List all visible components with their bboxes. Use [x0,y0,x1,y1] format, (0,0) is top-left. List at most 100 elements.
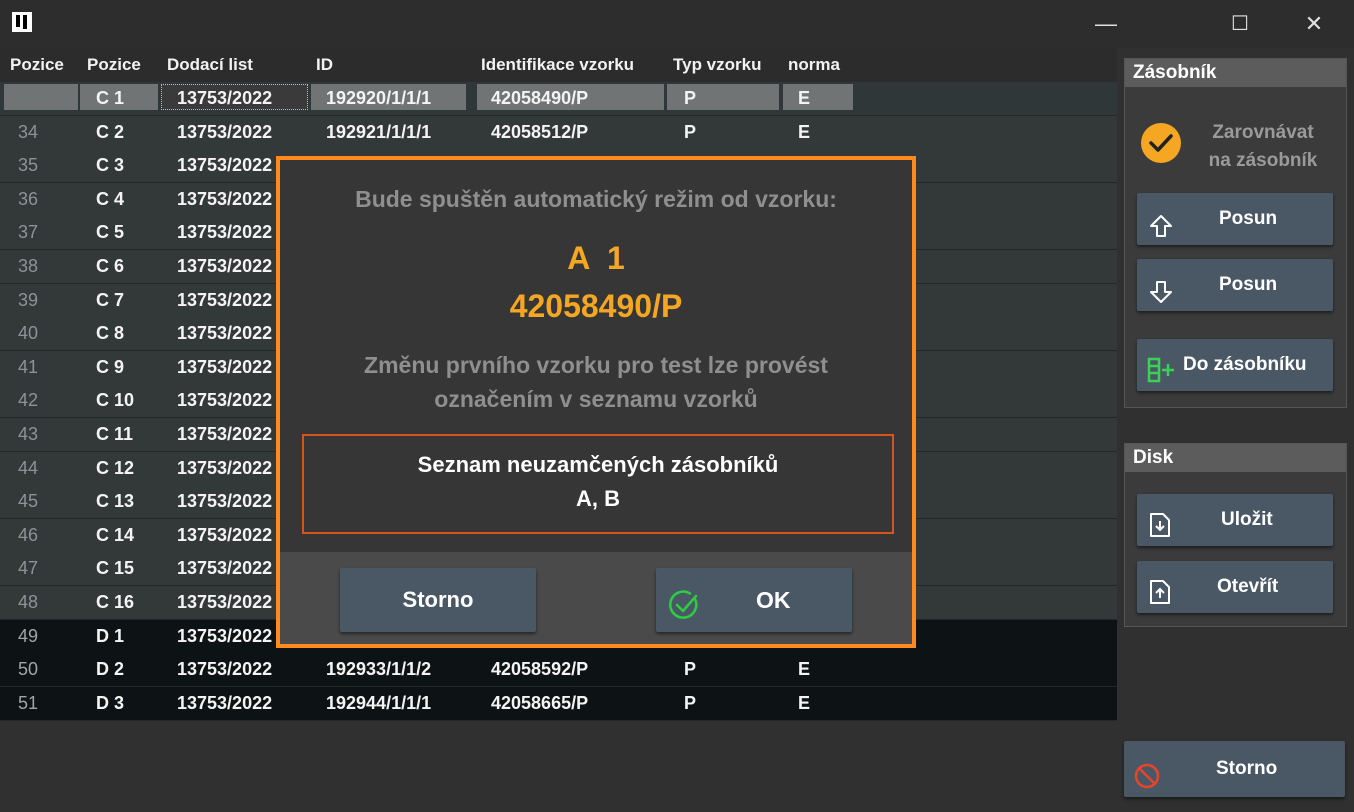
table-row[interactable]: 34 C 2 13753/2022 192921/1/1/1 42058512/P P E [0,115,1117,150]
cell-num[interactable]: 37 [18,222,38,243]
cell-dl[interactable]: 13753/2022 [177,222,272,243]
align-label[interactable]: Zarovnávat na zásobník [1189,119,1337,175]
cell-num[interactable]: 36 [18,189,38,210]
cell-dl[interactable]: 13753/2022 [177,491,272,512]
cell-typ[interactable]: P [684,88,696,109]
table-row[interactable]: 33 C 1 13753/2022 192920/1/1/1 42058490/P P E [0,82,1117,116]
cell-dl[interactable]: 13753/2022 [177,323,272,344]
column-header-pozice[interactable]: Pozice [87,55,141,75]
cell-id[interactable]: 192933/1/1/2 [326,659,431,680]
cell-dl[interactable]: 13753/2022 [177,122,272,143]
cell-ident[interactable]: 42058512/P [491,122,588,143]
cell-typ[interactable]: P [684,693,696,714]
cell-id[interactable]: 192944/1/1/1 [326,693,431,714]
cell-num[interactable]: 33 [18,88,38,109]
table-row[interactable]: 51 D 3 13753/2022 192944/1/1/1 42058665/P P E [0,686,1117,721]
cell-dl[interactable]: 13753/2022 [177,357,272,378]
cell-typ[interactable]: P [684,659,696,680]
cell-num[interactable]: 34 [18,122,38,143]
cell-dl[interactable]: 13753/2022 [177,290,272,311]
cell-pos[interactable]: D 2 [96,659,124,680]
cell-pos[interactable]: C 7 [96,290,124,311]
cell-pos[interactable]: C 4 [96,189,124,210]
maximize-button[interactable]: ☐ [1210,6,1270,42]
cell-pos[interactable]: C 12 [96,458,134,479]
cell-pos[interactable]: C 10 [96,390,134,411]
cell-pos[interactable]: C 5 [96,222,124,243]
cell-pos[interactable]: C 2 [96,122,124,143]
cell-pos[interactable]: C 1 [96,88,124,109]
cell-num[interactable]: 42 [18,390,38,411]
cell-num[interactable]: 35 [18,155,38,176]
cell-pos[interactable]: C 13 [96,491,134,512]
cell-dl[interactable]: 13753/2022 [177,558,272,579]
shift-down-button[interactable]: Posun [1137,259,1333,311]
column-header-pozice-num[interactable]: Pozice [10,55,64,75]
cell-dl[interactable]: 13753/2022 [177,592,272,613]
cell-num[interactable]: 40 [18,323,38,344]
cell-dl[interactable]: 13753/2022 [177,626,272,647]
cell-dl[interactable]: 13753/2022 [177,525,272,546]
cell-pos[interactable]: C 15 [96,558,134,579]
cell-dl[interactable]: 13753/2022 [177,88,272,109]
grid-header: Pozice Pozice Dodací list ID Identifikac… [0,48,1117,82]
cell-norma[interactable]: E [798,659,810,680]
cell-ident[interactable]: 42058490/P [491,88,588,109]
cell-pos[interactable]: C 6 [96,256,124,277]
cell-pos[interactable]: C 8 [96,323,124,344]
save-button[interactable]: Uložit [1137,494,1333,546]
shift-up-button[interactable]: Posun [1137,193,1333,245]
column-header-identifikace[interactable]: Identifikace vzorku [481,55,634,75]
align-checkbox[interactable] [1141,123,1181,163]
dialog-footer: Storno OK [280,552,912,644]
cell-dl[interactable]: 13753/2022 [177,458,272,479]
cell-dl[interactable]: 13753/2022 [177,256,272,277]
cell-norma[interactable]: E [798,88,810,109]
cell-pos[interactable]: C 3 [96,155,124,176]
cell-dl[interactable]: 13753/2022 [177,424,272,445]
cell-num[interactable]: 48 [18,592,38,613]
cell-dl[interactable]: 13753/2022 [177,693,272,714]
cell-norma[interactable]: E [798,122,810,143]
dialog-ok-button[interactable]: OK [656,568,852,632]
add-to-stacker-button[interactable]: Do zásobníku [1137,339,1333,391]
column-header-typ[interactable]: Typ vzorku [673,55,761,75]
cell-norma[interactable]: E [798,693,810,714]
cell-num[interactable]: 51 [18,693,38,714]
open-button[interactable]: Otevřít [1137,561,1333,613]
cell-pos[interactable]: D 3 [96,693,124,714]
table-row[interactable]: 50 D 2 13753/2022 192933/1/1/2 42058592/P P E [0,653,1117,688]
close-button[interactable]: ✕ [1284,6,1344,42]
cell-id[interactable]: 192920/1/1/1 [326,88,431,109]
cell-dl[interactable]: 13753/2022 [177,659,272,680]
column-header-id[interactable]: ID [316,55,333,75]
cell-dl[interactable]: 13753/2022 [177,155,272,176]
cell-ident[interactable]: 42058592/P [491,659,588,680]
cell-pos[interactable]: C 11 [96,424,133,445]
column-header-dodaci-list[interactable]: Dodací list [167,55,253,75]
cell-pos[interactable]: D 1 [96,626,124,647]
cell-num[interactable]: 46 [18,525,38,546]
cell-num[interactable]: 47 [18,558,38,579]
cell-pos[interactable]: C 14 [96,525,134,546]
dialog-hint-line2: označením v seznamu vzorků [434,386,758,412]
cell-num[interactable]: 44 [18,458,38,479]
cell-num[interactable]: 50 [18,659,38,680]
cell-ident[interactable]: 42058665/P [491,693,588,714]
cell-num[interactable]: 43 [18,424,38,445]
cell-dl[interactable]: 13753/2022 [177,390,272,411]
cell-pos[interactable]: C 16 [96,592,134,613]
column-header-norma[interactable]: norma [788,55,840,75]
cell-typ[interactable]: P [684,122,696,143]
cell-num[interactable]: 39 [18,290,38,311]
cell-num[interactable]: 45 [18,491,38,512]
cell-id[interactable]: 192921/1/1/1 [326,122,431,143]
cell-pos[interactable]: C 9 [96,357,124,378]
cell-dl[interactable]: 13753/2022 [177,189,272,210]
minimize-button[interactable]: — [1076,6,1136,42]
cell-num[interactable]: 38 [18,256,38,277]
cancel-button[interactable]: Storno [1124,741,1345,797]
dialog-storno-button[interactable]: Storno [340,568,536,632]
cell-num[interactable]: 49 [18,626,38,647]
cell-num[interactable]: 41 [18,357,38,378]
